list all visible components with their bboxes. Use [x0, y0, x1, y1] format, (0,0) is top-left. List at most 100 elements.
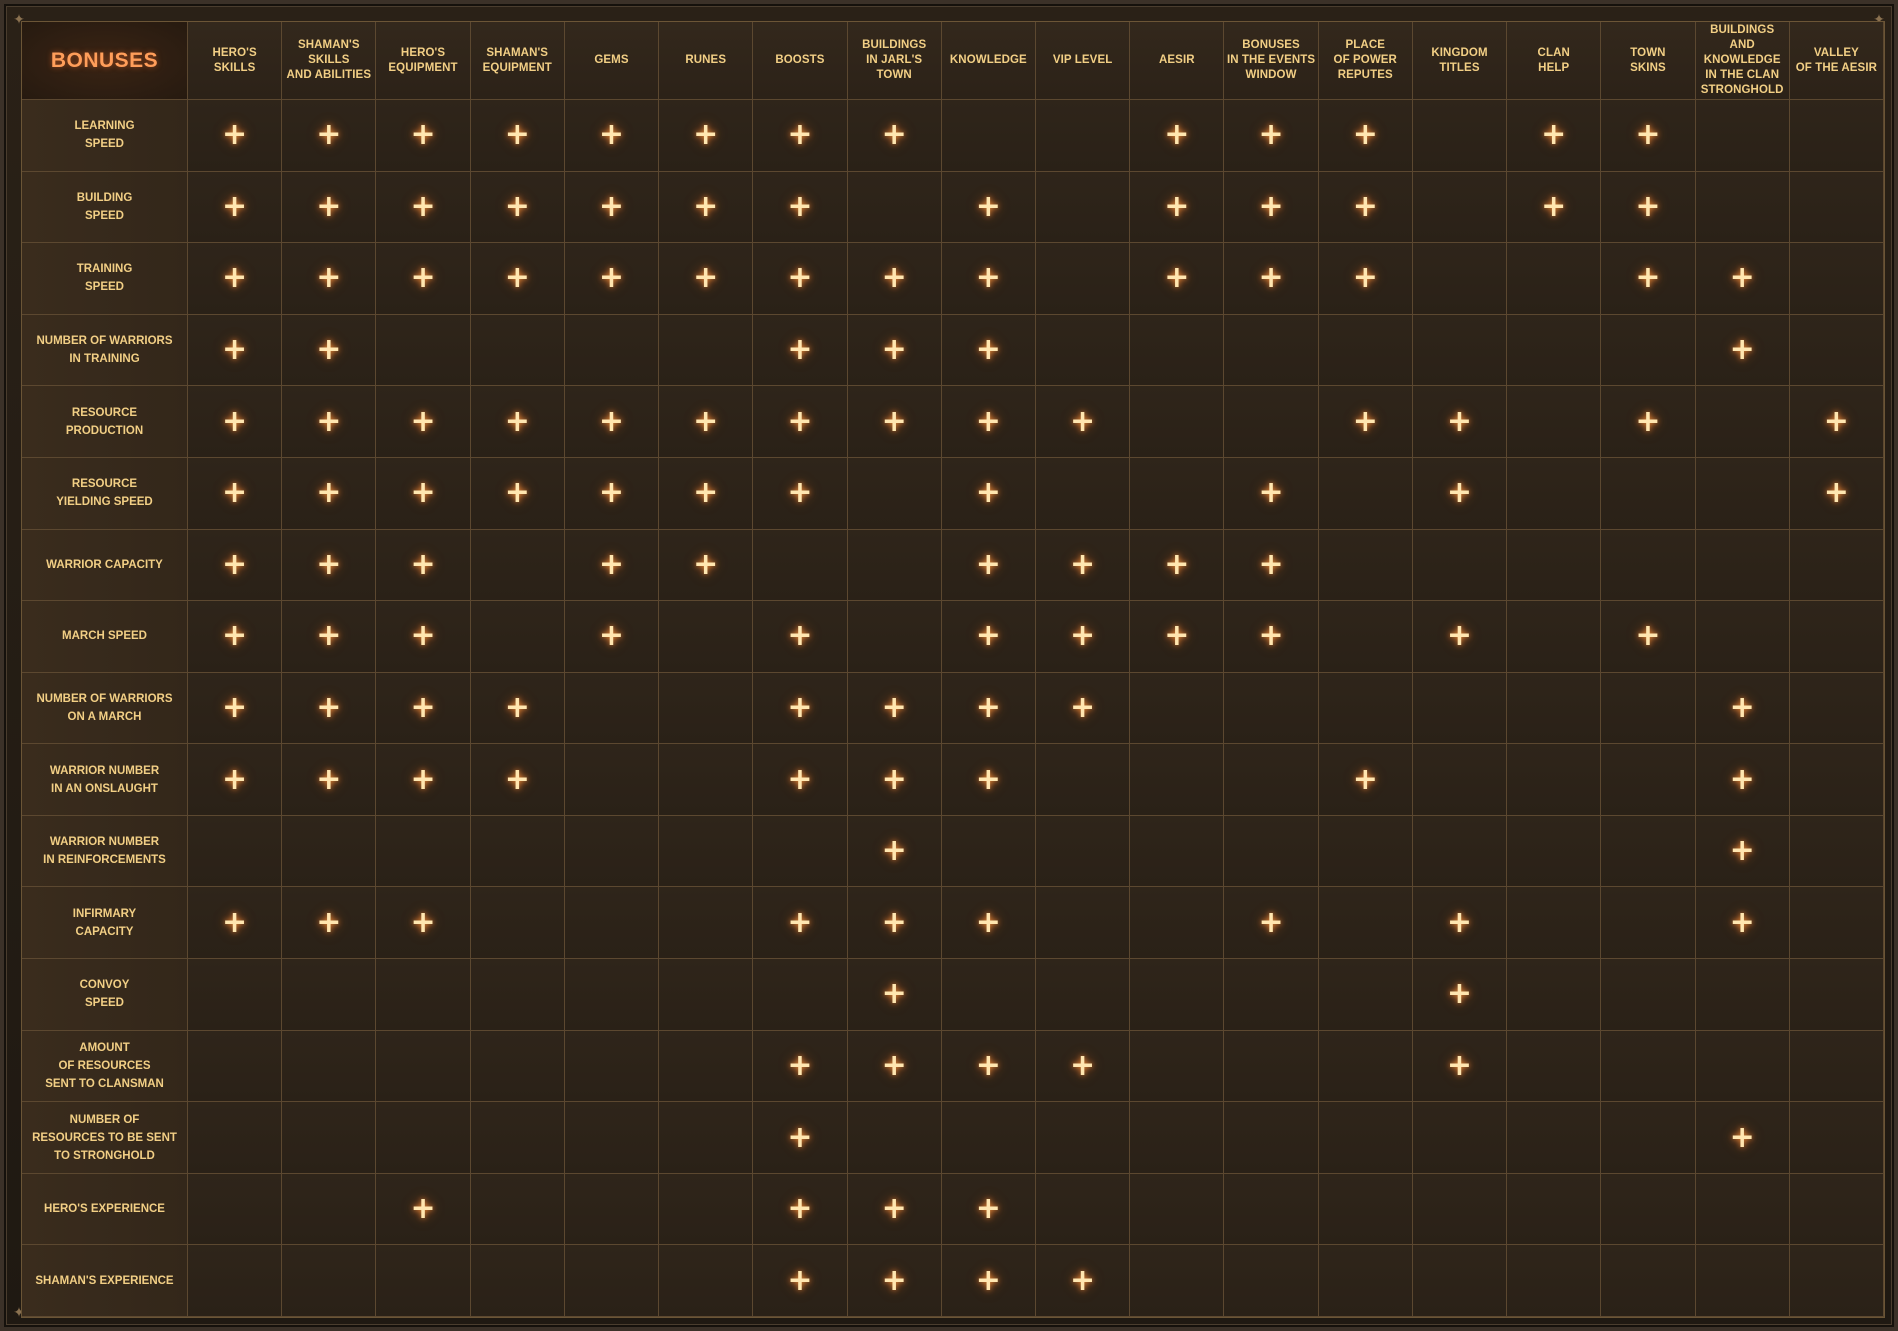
plus-icon: +: [1729, 833, 1755, 869]
table-cell: +: [847, 672, 942, 745]
plus-icon: +: [504, 260, 530, 296]
table-cell: [659, 1173, 754, 1246]
table-cell: +: [659, 457, 754, 530]
plus-icon: +: [410, 403, 436, 439]
column-header: BONUSES IN THE EVENTS WINDOW: [1224, 22, 1319, 100]
table-cell: [1695, 457, 1790, 530]
table-cell: +: [282, 243, 377, 315]
plus-icon: +: [410, 904, 436, 940]
plus-icon: +: [975, 761, 1001, 797]
table-cell: [470, 959, 565, 1031]
table-cell: [1224, 1245, 1319, 1317]
table-cell: [1130, 1245, 1225, 1317]
table-cell: [188, 1030, 283, 1103]
table-cell: [753, 815, 848, 888]
plus-icon: +: [975, 1047, 1001, 1083]
table-cell: [1695, 171, 1790, 244]
plus-icon: +: [787, 904, 813, 940]
table-cell: [564, 1245, 660, 1317]
plus-icon: +: [693, 188, 719, 224]
plus-icon: +: [222, 689, 248, 725]
plus-icon: +: [598, 117, 625, 153]
table-cell: [1130, 457, 1225, 530]
table-cell: +: [659, 171, 754, 244]
table-cell: [1601, 887, 1696, 960]
plus-icon: +: [693, 475, 719, 511]
table-cell: [753, 529, 848, 602]
table-cell: +: [282, 672, 377, 745]
table-cell: [188, 815, 283, 888]
table-cell: [282, 959, 377, 1031]
table-cell: +: [1412, 457, 1508, 530]
table-cell: [659, 314, 754, 387]
table-cell: +: [753, 386, 848, 458]
table-cell: +: [1695, 243, 1790, 315]
table-cell: +: [1601, 386, 1696, 458]
table-cell: [1412, 1102, 1508, 1174]
plus-icon: +: [1070, 403, 1096, 439]
table-cell: [1507, 887, 1602, 960]
plus-icon: +: [975, 689, 1001, 725]
table-cell: [1789, 959, 1884, 1031]
table-cell: [564, 959, 660, 1031]
plus-icon: +: [881, 689, 907, 725]
table-cell: [1412, 1245, 1508, 1317]
table-cell: [1601, 457, 1696, 530]
table-cell: [564, 1173, 660, 1246]
table-cell: [376, 815, 471, 888]
plus-icon: +: [1823, 403, 1849, 439]
row-header: RESOURCE YIELDING SPEED: [22, 457, 188, 530]
plus-icon: +: [881, 1191, 907, 1227]
table-cell: +: [753, 887, 848, 960]
table-cell: [1318, 959, 1413, 1031]
table-cell: [1601, 1030, 1696, 1103]
table-cell: +: [188, 529, 283, 602]
table-cell: +: [1318, 243, 1413, 315]
table-cell: [376, 314, 471, 387]
table-cell: +: [1224, 887, 1319, 960]
table-cell: [1789, 171, 1884, 244]
plus-icon: +: [1258, 475, 1284, 511]
table-cell: [1412, 529, 1508, 602]
table-cell: [470, 1173, 565, 1246]
plus-icon: +: [410, 761, 436, 797]
table-cell: [659, 601, 754, 673]
plus-icon: +: [881, 1047, 907, 1083]
table-cell: [564, 815, 660, 888]
plus-icon: +: [787, 1047, 813, 1083]
table-cell: [1789, 1173, 1884, 1246]
table-cell: [1789, 1030, 1884, 1103]
plus-icon: +: [504, 403, 530, 439]
plus-icon: +: [975, 475, 1001, 511]
table-cell: +: [376, 744, 471, 816]
table-cell: +: [376, 386, 471, 458]
plus-icon: +: [598, 403, 625, 439]
table-cell: +: [470, 171, 565, 244]
plus-icon: +: [410, 117, 436, 153]
plus-icon: +: [1446, 976, 1473, 1012]
table-cell: [659, 1102, 754, 1174]
table-cell: +: [282, 529, 377, 602]
table-cell: +: [1695, 815, 1790, 888]
table-cell: [941, 100, 1036, 172]
row-header: NUMBER OF WARRIORS ON A MARCH: [22, 672, 188, 745]
table-cell: [1789, 529, 1884, 602]
table-cell: +: [1601, 100, 1696, 172]
table-cell: [1412, 314, 1508, 387]
table-cell: [1035, 243, 1131, 315]
table-cell: [282, 1030, 377, 1103]
plus-icon: +: [222, 904, 248, 940]
plus-icon: +: [1352, 403, 1378, 439]
column-header: VALLEY OF THE AESIR: [1789, 22, 1884, 100]
table-cell: [1507, 1030, 1602, 1103]
table-cell: [1035, 1173, 1131, 1246]
table-cell: +: [282, 100, 377, 172]
column-header: SHAMAN'S SKILLS AND ABILITIES: [282, 22, 377, 100]
plus-icon: +: [1070, 618, 1096, 654]
table-cell: [1789, 100, 1884, 172]
plus-icon: +: [881, 904, 907, 940]
table-cell: [1035, 171, 1131, 244]
row-header: NUMBER OF WARRIORS IN TRAINING: [22, 314, 188, 387]
table-cell: [1507, 386, 1602, 458]
table-cell: +: [1412, 386, 1508, 458]
